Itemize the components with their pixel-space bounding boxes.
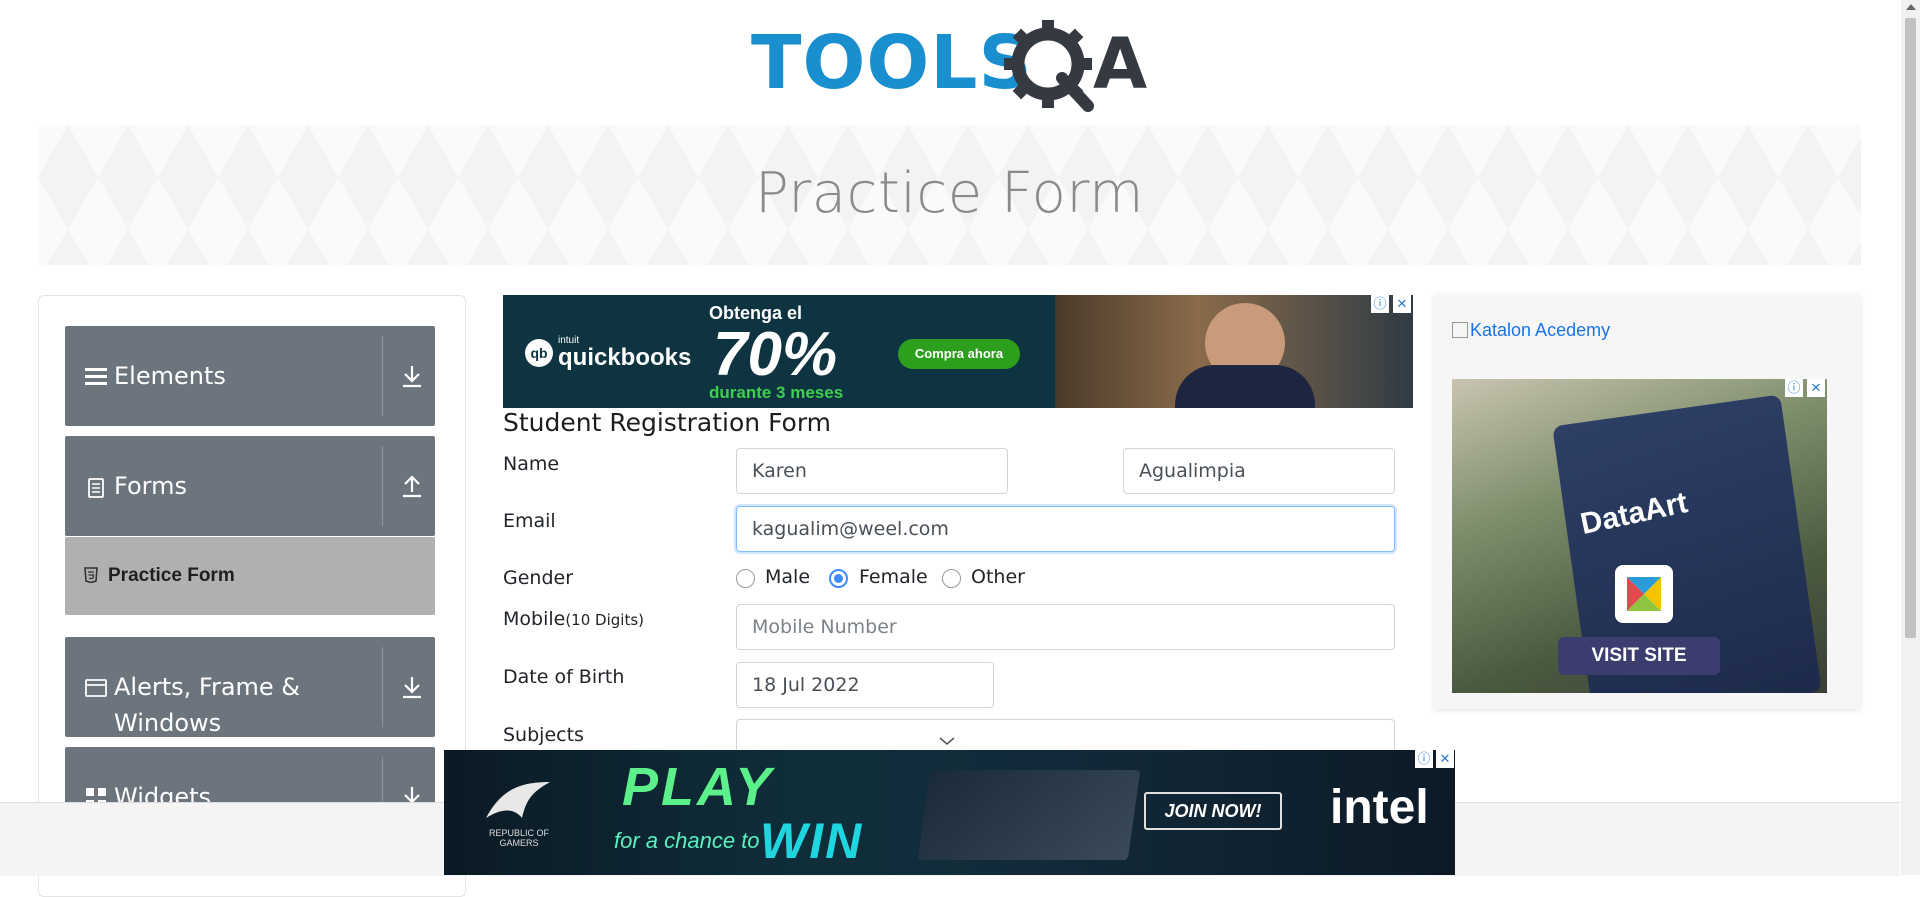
date-of-birth-input[interactable]: 18 Jul 2022 [736, 662, 994, 708]
rog-label: REPUBLIC OF GAMERS [474, 828, 564, 848]
ad-info-icon[interactable]: ⓘ [1415, 750, 1433, 768]
gender-label: Gender [503, 567, 574, 589]
ad-close-icon[interactable]: ✕ [1393, 295, 1411, 313]
divider [382, 647, 383, 727]
ad-info-icon[interactable]: ⓘ [1785, 379, 1803, 397]
email-label: Email [503, 510, 556, 532]
gender-female-radio[interactable] [829, 569, 848, 588]
gender-other-label[interactable]: Other [971, 566, 1025, 588]
sidebar-group-label: Alerts, Frame & [114, 673, 301, 701]
gender-female-label[interactable]: Female [859, 566, 928, 588]
scroll-up-icon[interactable] [1906, 4, 1916, 10]
app-logo-icon [1615, 565, 1673, 623]
download-arrow-icon[interactable] [399, 674, 425, 700]
logo-text-tools: TOOLS [751, 20, 1033, 106]
form-title: Student Registration Form [503, 408, 832, 437]
name-label: Name [503, 453, 560, 475]
upload-arrow-icon[interactable] [399, 473, 425, 499]
last-name-input[interactable]: Agualimpia [1123, 448, 1395, 494]
gender-male-radio[interactable] [736, 569, 755, 588]
chevron-down-icon[interactable] [938, 735, 956, 747]
subjects-label: Subjects [503, 724, 584, 746]
mobile-hint: (10 Digits) [565, 611, 644, 629]
vertical-scrollbar[interactable] [1901, 0, 1920, 875]
divider [382, 336, 383, 416]
rog-logo-icon [486, 782, 550, 818]
first-name-input[interactable]: Karen [736, 448, 1008, 494]
ad-play-text: PLAY [622, 757, 775, 817]
ad-chance-text: for a chance to [614, 828, 760, 853]
window-icon [85, 679, 107, 697]
ad-cta-button[interactable]: Compra ahora [898, 339, 1020, 369]
ad-close-icon[interactable]: ✕ [1436, 750, 1454, 768]
sidebar-group-label-line2: Windows [114, 709, 222, 737]
ad-info-icon[interactable]: ⓘ [1371, 295, 1389, 313]
ad-subtext: durante 3 meses [709, 383, 844, 402]
divider [382, 446, 383, 526]
page-title: Practice Form [754, 161, 1145, 226]
visit-site-button[interactable]: VISIT SITE [1558, 637, 1720, 675]
qb-logo-icon: qb [525, 339, 553, 367]
katalon-link-text[interactable]: Katalon Acedemy [1470, 320, 1610, 340]
gear-icon [1004, 20, 1094, 112]
intel-rog-ad[interactable]: REPUBLIC OF GAMERS PLAY for a chance to W… [444, 750, 1455, 875]
download-arrow-icon[interactable] [399, 363, 425, 389]
page-banner: Practice Form [38, 125, 1861, 265]
sidebar-group-forms[interactable]: Forms [65, 436, 435, 536]
sidebar-item-label: Practice Form [108, 565, 235, 586]
dataart-ad[interactable]: DataArt VISIT SITE ⓘ ✕ [1452, 379, 1827, 693]
laptop-image [917, 770, 1141, 860]
quickbooks-ad[interactable]: qb intuit quickbooks Obtenga el 70% dura… [503, 295, 1413, 408]
ad-big-number: 70% [713, 320, 838, 389]
gender-other-radio[interactable] [942, 569, 961, 588]
rog-label-line1: REPUBLIC OF [488, 828, 549, 838]
document-icon [88, 478, 104, 498]
ad-brand: quickbooks [558, 344, 692, 371]
rog-label-line2: GAMERS [499, 838, 539, 848]
broken-image-icon [1452, 322, 1468, 338]
intel-logo: intel [1330, 781, 1429, 834]
scrollbar-thumb[interactable] [1905, 18, 1916, 638]
sidebar-group-alerts[interactable]: Alerts, Frame & Windows [65, 637, 435, 737]
sidebar-item-practice-form[interactable]: Practice Form [65, 537, 435, 615]
sidebar-group-label: Forms [114, 472, 187, 500]
hamburger-icon [85, 368, 107, 385]
gender-male-label[interactable]: Male [765, 566, 810, 588]
email-input[interactable]: kagualim@weel.com [736, 506, 1395, 552]
html5-icon [84, 567, 98, 583]
mobile-input[interactable]: Mobile Number [736, 604, 1395, 650]
dob-label: Date of Birth [503, 666, 625, 688]
ad-close-icon[interactable]: ✕ [1807, 379, 1825, 397]
mobile-label-text: Mobile [503, 608, 566, 630]
join-now-button[interactable]: JOIN NOW! [1144, 792, 1282, 830]
svg-text:A: A [1093, 23, 1147, 105]
mobile-label: Mobile(10 Digits) [503, 608, 644, 630]
sidebar-group-label: Elements [114, 362, 226, 390]
ad-photo [1055, 295, 1413, 408]
person-body [1175, 365, 1315, 408]
katalon-academy-link[interactable]: Katalon Acedemy [1452, 320, 1610, 341]
sidebar-group-elements[interactable]: Elements [65, 326, 435, 426]
ad-win-text: WIN [760, 813, 864, 869]
toolsqa-logo[interactable]: TOOLS A [751, 18, 1153, 114]
